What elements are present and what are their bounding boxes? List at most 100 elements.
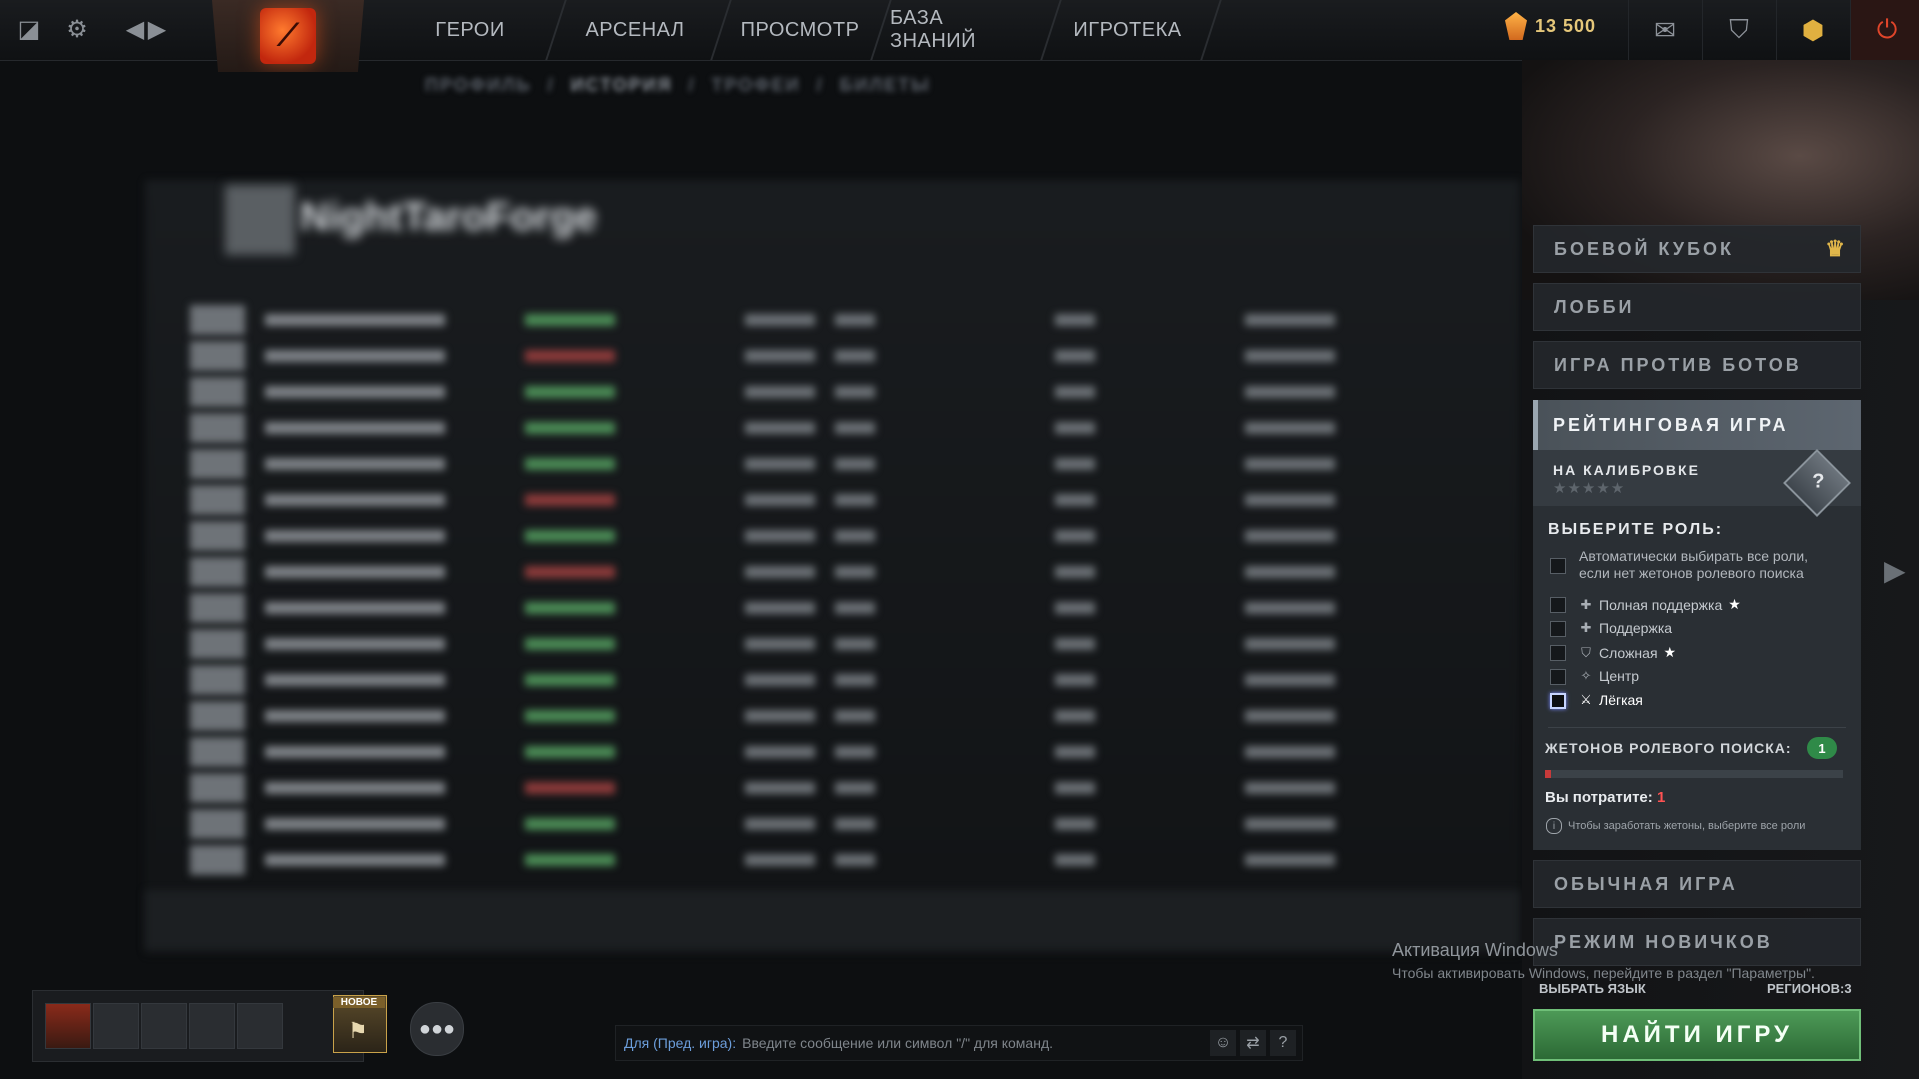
subnav-tickets[interactable]: БИЛЕТЫ [840, 75, 931, 96]
newbie-mode-button[interactable]: РЕЖИМ НОВИЧКОВ [1533, 918, 1861, 966]
forward-arrow-icon[interactable]: ▶ [140, 12, 174, 46]
settings-gear-icon[interactable]: ⚙ [60, 12, 94, 46]
role-checkbox-offlane[interactable] [1550, 645, 1566, 661]
chat-channels-button[interactable]: ●●● [410, 1002, 464, 1056]
table-row[interactable] [190, 413, 1390, 443]
new-badge-label: НОВОЕ [333, 997, 385, 1008]
table-row[interactable] [190, 521, 1390, 551]
role-label: Полная поддержка [1599, 596, 1723, 613]
party-slot-empty[interactable] [237, 1003, 283, 1049]
emoji-icon[interactable]: ☺ [1210, 1030, 1236, 1056]
battle-cup-button[interactable]: БОЕВОЙ КУБОК ♛ [1533, 225, 1861, 273]
role-tokens-bar-fill [1545, 770, 1551, 778]
subnav-history[interactable]: ИСТОРИЯ [571, 75, 673, 96]
subnav-separator: / [688, 75, 696, 95]
chat-wheel-icon[interactable]: ⇄ [1240, 1030, 1266, 1056]
star-icon: ★ [1663, 644, 1677, 660]
calibration-stars: ★★★★★ [1553, 480, 1626, 497]
role-checkbox-hard-support[interactable] [1550, 597, 1566, 613]
battle-pass-icon[interactable]: ⬢ [1776, 0, 1849, 60]
chat-input[interactable]: Для (Пред. игра): Введите сообщение или … [615, 1025, 1303, 1061]
find-game-button[interactable]: НАЙТИ ИГРУ [1533, 1009, 1861, 1061]
ranked-game-header[interactable]: РЕЙТИНГОВАЯ ИГРА [1533, 400, 1861, 450]
help-icon[interactable]: ? [1270, 1030, 1296, 1056]
table-row[interactable] [190, 449, 1390, 479]
nav-watch[interactable]: ПРОСМОТР [735, 0, 865, 60]
spend-label: Вы потратите: [1545, 789, 1653, 806]
sword-icon: ⚔ [1580, 692, 1592, 707]
role-tokens-label: ЖЕТОНОВ РОЛЕВОГО ПОИСКА: [1545, 740, 1792, 756]
tokens-hint: i Чтобы заработать жетоны, выберите все … [1546, 818, 1805, 834]
subnav-profile[interactable]: ПРОФИЛЬ [425, 75, 532, 96]
bots-button[interactable]: ИГРА ПРОТИВ БОТОВ [1533, 341, 1861, 389]
choose-role-heading: ВЫБЕРИТЕ РОЛЬ: [1548, 521, 1724, 538]
role-checkbox-mid[interactable] [1550, 669, 1566, 685]
role-tokens-bar [1545, 770, 1843, 778]
nav-heroes[interactable]: ГЕРОИ [410, 0, 530, 60]
windows-activation-title: Активация Windows [1392, 940, 1558, 960]
star-icon: ★ [1728, 596, 1741, 612]
role-mid[interactable]: ✧ Центр [1579, 668, 1640, 684]
table-row[interactable] [190, 629, 1390, 659]
currency-display[interactable]: 13 500 [1505, 12, 1596, 40]
table-row[interactable] [190, 665, 1390, 695]
divider [1548, 727, 1846, 728]
info-icon: i [1546, 818, 1562, 834]
table-row[interactable] [190, 737, 1390, 767]
currency-value: 13 500 [1535, 15, 1597, 36]
dota-logo-icon: ⟋ [260, 8, 316, 64]
table-row[interactable] [190, 485, 1390, 515]
party-slot-empty[interactable] [93, 1003, 139, 1049]
trophy-icon: ♛ [1825, 236, 1848, 261]
role-tokens-count: 1 [1807, 737, 1837, 759]
nav-armory[interactable]: АРСЕНАЛ [570, 0, 700, 60]
party-slot-empty[interactable] [189, 1003, 235, 1049]
table-row[interactable] [190, 809, 1390, 839]
calibration-label: НА КАЛИБРОВКЕ [1553, 462, 1700, 478]
normal-game-button[interactable]: ОБЫЧНАЯ ИГРА [1533, 860, 1861, 908]
role-hard-support[interactable]: ✚ Полная поддержка ★ [1579, 596, 1741, 613]
profile-subnav: ПРОФИЛЬ / ИСТОРИЯ / ТРОФЕИ / БИЛЕТЫ [425, 75, 931, 96]
auto-roles-checkbox[interactable] [1550, 558, 1566, 574]
player-avatar [225, 185, 295, 255]
table-row[interactable] [190, 305, 1390, 335]
avatar[interactable] [45, 1003, 91, 1049]
role-label: Лёгкая [1599, 692, 1643, 708]
dota-logo-button[interactable]: ⟋ [212, 0, 364, 72]
power-icon[interactable]: ⏻ [1850, 0, 1919, 60]
hint-text: Чтобы заработать жетоны, выберите все ро… [1568, 820, 1806, 832]
nav-arcade[interactable]: ИГРОТЕКА [1065, 0, 1190, 60]
spend-line: Вы потратите: 1 [1545, 789, 1665, 806]
dashboard-icon[interactable]: ◪ [12, 12, 46, 46]
windows-activation-subtitle: Чтобы активировать Windows, перейдите в … [1392, 965, 1815, 981]
table-row[interactable] [190, 341, 1390, 371]
role-checkbox-safelane[interactable] [1550, 693, 1566, 709]
rank-medal-mark: ? [1812, 470, 1825, 493]
table-row[interactable] [190, 593, 1390, 623]
role-label: Поддержка [1599, 620, 1673, 636]
nav-knowledge-base[interactable]: БАЗА ЗНАНИЙ [890, 0, 1035, 60]
party-slot-empty[interactable] [141, 1003, 187, 1049]
mid-icon: ✧ [1580, 668, 1592, 683]
table-row[interactable] [190, 701, 1390, 731]
table-row[interactable] [190, 557, 1390, 587]
select-language-link[interactable]: ВЫБРАТЬ ЯЗЫК [1539, 981, 1646, 996]
table-row[interactable] [190, 845, 1390, 875]
chat-placeholder: Введите сообщение или символ "/" для ком… [742, 1035, 1054, 1051]
regions-link[interactable]: РЕГИОНОВ:3 [1767, 981, 1852, 996]
more-stats-banner[interactable] [145, 890, 1520, 950]
role-safelane[interactable]: ⚔ Лёгкая [1579, 692, 1643, 708]
player-name: NightTaroForge [300, 195, 598, 239]
dota-plus-icon[interactable]: ⛉ [1702, 0, 1775, 60]
lobby-button[interactable]: ЛОББИ [1533, 283, 1861, 331]
spend-value: 1 [1656, 789, 1666, 806]
expand-arrow-icon[interactable]: ▶ [1884, 554, 1906, 587]
role-support[interactable]: ✚ Поддержка [1579, 620, 1673, 636]
table-row[interactable] [190, 773, 1390, 803]
subnav-trophies[interactable]: ТРОФЕИ [712, 75, 801, 96]
mail-icon[interactable]: ✉ [1628, 0, 1701, 60]
table-row[interactable] [190, 377, 1390, 407]
role-offlane[interactable]: ⛉ Сложная ★ [1579, 644, 1676, 661]
role-checkbox-support[interactable] [1550, 621, 1566, 637]
shield-icon: ⛉ [1581, 644, 1591, 660]
